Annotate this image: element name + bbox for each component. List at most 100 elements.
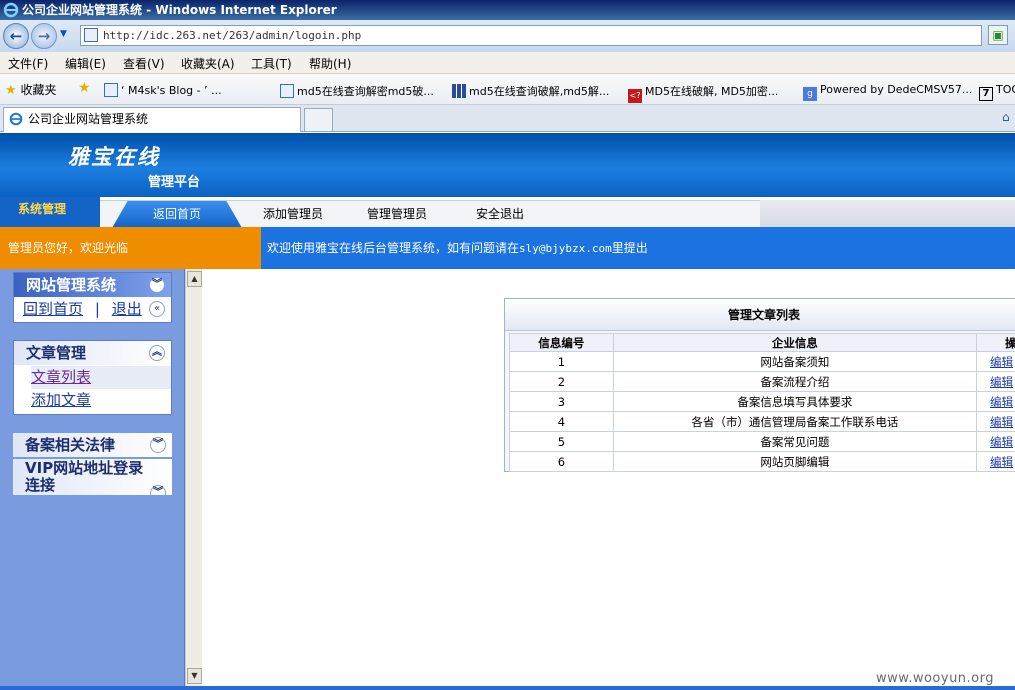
window-title: 公司企业网站管理系统 - Windows Internet Explorer [22, 3, 337, 17]
table-row: 4 各省（市）通信管理局备案工作联系电话 编辑 [509, 411, 1015, 432]
fav-item-label: Powered by DedeCMSV57... [820, 83, 973, 96]
panel-title: 文章管理 [26, 344, 87, 362]
edit-link[interactable]: 编辑 [990, 435, 1013, 449]
table-row: 2 备案流程介绍 编辑 [509, 371, 1015, 392]
system-management-label: 系统管理 [18, 202, 67, 216]
fav-item-dedecms[interactable]: g Powered by DedeCMSV57... [803, 83, 972, 101]
panel-title: 网站管理系统 [26, 276, 117, 294]
panel-filing-law: 备案相关法律 ︾ [13, 433, 172, 457]
article-list-panel: 管理文章列表 信息编号 企业信息 操作 1网站备案须知编辑2备案流程介绍编辑3备… [504, 298, 1015, 472]
site-header: 雅宝在线 管理平台 [0, 133, 1015, 197]
menu-view[interactable]: 查看(V) [123, 55, 165, 72]
add-favorite-icon[interactable]: ★ [78, 80, 91, 96]
sidebar-link-add-article[interactable]: 添加文章 [31, 389, 171, 412]
cell-op: 编辑 [976, 431, 1015, 452]
cell-op: 编辑 [976, 451, 1015, 472]
table-caption: 管理文章列表 [505, 299, 1015, 331]
fav-item-m4sk[interactable]: ‘ M4sk's Blog - ’ ... [104, 83, 222, 97]
article-table: 信息编号 企业信息 操作 1网站备案须知编辑2备案流程介绍编辑3备案信息填写具体… [509, 333, 1015, 472]
favorites-button[interactable]: ★ 收藏夹 [5, 81, 57, 98]
cell-info: 各省（市）通信管理局备案工作联系电话 [612, 411, 978, 432]
nav-manage-admin[interactable]: 管理管理员 [352, 201, 442, 228]
fav-item-label: md5在线查询破解,md5解... [469, 85, 610, 98]
table-row: 3 备案信息填写具体要求 编辑 [509, 391, 1015, 412]
compat-view-button[interactable]: ▣ [988, 25, 1008, 45]
edit-link[interactable]: 编辑 [990, 375, 1013, 389]
system-management-tab: 系统管理 [0, 197, 100, 227]
col-header-id: 信息编号 [509, 333, 614, 352]
nav-home[interactable]: 返回首页 [112, 201, 242, 228]
panel-article-management: 文章管理 ︽ 文章列表 添加文章 [13, 340, 172, 415]
back-arrow-icon: ← [9, 27, 23, 45]
cell-op: 编辑 [976, 411, 1015, 432]
home-icon[interactable]: ⌂ [1002, 110, 1015, 124]
cell-id: 4 [509, 411, 614, 432]
panel-article-header[interactable]: 文章管理 ︽ [14, 341, 171, 365]
cell-id: 6 [509, 451, 614, 472]
fav-item-label: TOO [996, 83, 1015, 96]
cell-id: 5 [509, 431, 614, 452]
collapse-chevron-icon[interactable]: ︾ [149, 277, 165, 293]
sidebar-link-logout[interactable]: 退出 [112, 300, 142, 318]
menu-help[interactable]: 帮助(H) [309, 55, 351, 72]
ie-logo-icon [3, 2, 19, 18]
forward-button[interactable]: → [31, 23, 57, 49]
fav-item-md5-crack[interactable]: md5在线查询破解,md5解... [452, 83, 609, 99]
fav-item-label: ‘ M4sk's Blog - ’ ... [121, 84, 222, 97]
url-text[interactable]: http://idc.263.net/263/admin/logoin.php [103, 29, 361, 42]
admin-greeting: 管理员您好，欢迎光临 [0, 227, 261, 269]
bottom-edge [0, 686, 1015, 690]
menu-tools[interactable]: 工具(T) [251, 55, 292, 72]
favorites-label: 收藏夹 [20, 83, 57, 97]
collapse-chevron-icon[interactable]: ︽ [149, 345, 165, 361]
cell-id: 2 [509, 371, 614, 392]
sidebar: 网站管理系统 ︾ 回到首页 | 退出 « 文章管理 ︽ 文章列表 添加文章 备案… [0, 269, 185, 690]
new-tab-button[interactable] [304, 108, 333, 131]
expand-chevron-icon[interactable]: ︾ [150, 485, 166, 495]
history-dropdown-icon[interactable]: ▼ [60, 29, 67, 39]
fav-item-md5-online[interactable]: <? MD5在线破解, MD5加密... [628, 83, 778, 103]
address-field[interactable]: http://idc.263.net/263/admin/logoin.php … [80, 25, 982, 46]
collapse-left-icon[interactable]: « [149, 301, 165, 317]
table-row: 5 备案常见问题 编辑 [509, 431, 1015, 452]
address-toolbar: ← → ▼ http://idc.263.net/263/admin/logoi… [0, 20, 1015, 52]
expand-chevron-icon[interactable]: ︾ [150, 437, 166, 453]
col-header-info: 企业信息 [612, 333, 978, 352]
menu-edit[interactable]: 编辑(E) [65, 55, 106, 72]
scroll-up-icon[interactable]: ▲ [187, 271, 202, 287]
ie-page-icon [104, 83, 118, 97]
fav-item-md5-decrypt[interactable]: md5在线查询解密md5破... [280, 83, 434, 99]
welcome-text: 欢迎使用雅宝在线后台管理系统，如有问题请在 [267, 241, 520, 255]
panel-title: 备案相关法律 [25, 436, 116, 454]
sidebar-link-home[interactable]: 回到首页 [23, 300, 83, 318]
fav-item-too[interactable]: 7TOO [979, 83, 1015, 101]
sidebar-link-article-list[interactable]: 文章列表 [31, 366, 171, 389]
edit-link[interactable]: 编辑 [990, 455, 1013, 469]
google-icon: g [803, 87, 817, 101]
code-icon: <? [628, 89, 642, 103]
panel-site-management-header[interactable]: 网站管理系统 ︾ [14, 273, 171, 297]
panel-filing-law-header[interactable]: 备案相关法律 ︾ [13, 433, 172, 457]
table-row: 1 网站备案须知 编辑 [509, 351, 1015, 372]
scroll-down-icon[interactable]: ▼ [187, 668, 202, 684]
browser-tab-active[interactable]: 公司企业网站管理系统 [3, 107, 301, 132]
cell-id: 1 [509, 351, 614, 372]
nav-add-admin[interactable]: 添加管理员 [248, 201, 338, 228]
ie-page-icon [280, 84, 294, 98]
edit-link[interactable]: 编辑 [990, 355, 1013, 369]
favorites-bar: ★ 收藏夹 ★ ‘ M4sk's Blog - ’ ... md5在线查询解密m… [0, 74, 1015, 105]
panel-vip-login-header[interactable]: VIP网站地址登录连接 ︾ [13, 459, 172, 495]
fav-item-label: MD5在线破解, MD5加密... [645, 85, 779, 98]
cell-info: 网站页脚编辑 [612, 451, 978, 472]
menu-file[interactable]: 文件(F) [8, 55, 48, 72]
menu-favorites[interactable]: 收藏夹(A) [181, 55, 235, 72]
edit-link[interactable]: 编辑 [990, 395, 1013, 409]
sidebar-scrollbar[interactable]: ▲ ▼ [185, 269, 202, 690]
window-title-bar: 公司企业网站管理系统 - Windows Internet Explorer [0, 0, 1015, 20]
nav-logout[interactable]: 安全退出 [460, 201, 540, 228]
ie-logo-icon [9, 112, 23, 126]
tab-title: 公司企业网站管理系统 [28, 112, 149, 126]
back-button[interactable]: ← [3, 23, 29, 49]
main-content: 管理文章列表 信息编号 企业信息 操作 1网站备案须知编辑2备案流程介绍编辑3备… [204, 269, 1015, 690]
edit-link[interactable]: 编辑 [990, 415, 1013, 429]
